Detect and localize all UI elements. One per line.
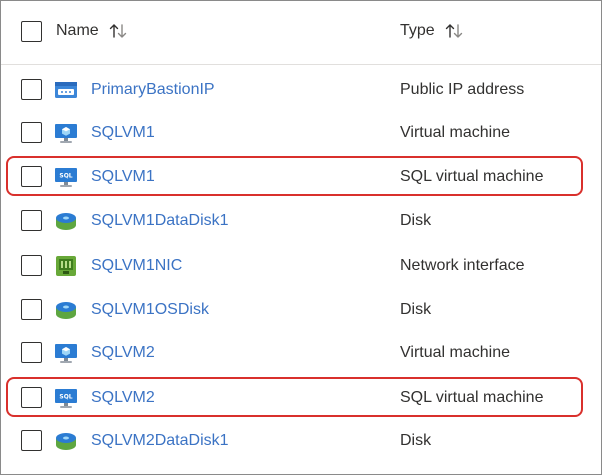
resource-name-link[interactable]: SQLVM1OSDisk (91, 301, 209, 319)
sql-vm-icon (54, 386, 78, 410)
resource-type: SQL virtual machine (400, 389, 544, 406)
row-checkbox[interactable] (21, 79, 42, 100)
table-header: Name Type (1, 1, 601, 65)
virtual-machine-icon (54, 341, 78, 365)
public-ip-icon (54, 78, 78, 102)
disk-icon (54, 209, 78, 233)
resource-type: Virtual machine (400, 124, 510, 141)
resource-type: Disk (400, 432, 432, 449)
resource-list: Name Type PrimaryBastionIP Public IP add… (0, 0, 602, 475)
resource-type: Virtual machine (400, 344, 510, 361)
resource-name-link[interactable]: SQLVM1 (91, 168, 155, 186)
resource-type: Disk (400, 212, 432, 229)
network-interface-icon (54, 254, 78, 278)
sort-icon[interactable] (109, 23, 129, 39)
row-checkbox[interactable] (21, 122, 42, 143)
resource-name-link[interactable]: SQLVM1 (91, 124, 155, 142)
resource-name-link[interactable]: SQLVM1NIC (91, 257, 182, 275)
table-row[interactable]: PrimaryBastionIP Public IP address (1, 68, 601, 112)
column-header-type-label: Type (400, 22, 435, 39)
sql-vm-icon (54, 165, 78, 189)
resource-name-link[interactable]: SQLVM1DataDisk1 (91, 212, 229, 230)
table-row[interactable]: SQLVM1 SQL virtual machine (1, 155, 601, 199)
row-checkbox[interactable] (21, 342, 42, 363)
disk-icon (54, 298, 78, 322)
resource-type: SQL virtual machine (400, 168, 544, 185)
resource-name-link[interactable]: PrimaryBastionIP (91, 81, 215, 99)
row-checkbox[interactable] (21, 430, 42, 451)
virtual-machine-icon (54, 121, 78, 145)
resource-type: Network interface (400, 257, 525, 274)
resource-name-link[interactable]: SQLVM2DataDisk1 (91, 432, 229, 450)
row-checkbox[interactable] (21, 255, 42, 276)
table-row[interactable]: SQLVM2DataDisk1 Disk (1, 419, 601, 463)
table-row[interactable]: SQLVM2 SQL virtual machine (1, 376, 601, 420)
row-checkbox[interactable] (21, 387, 42, 408)
table-row[interactable]: SQLVM1OSDisk Disk (1, 288, 601, 332)
disk-icon (54, 429, 78, 453)
sort-icon[interactable] (445, 23, 465, 39)
table-row[interactable]: SQLVM2 Virtual machine (1, 331, 601, 375)
resource-type: Public IP address (400, 81, 525, 98)
column-header-name-label: Name (56, 22, 99, 39)
table-row[interactable]: SQLVM1 Virtual machine (1, 111, 601, 155)
resource-name-link[interactable]: SQLVM2 (91, 389, 155, 407)
select-all-checkbox[interactable] (21, 21, 42, 42)
row-checkbox[interactable] (21, 299, 42, 320)
row-checkbox[interactable] (21, 210, 42, 231)
resource-name-link[interactable]: SQLVM2 (91, 344, 155, 362)
table-row[interactable]: SQLVM1DataDisk1 Disk (1, 199, 601, 243)
resource-type: Disk (400, 301, 432, 318)
column-header-name[interactable]: Name (56, 22, 129, 40)
column-header-type[interactable]: Type (400, 22, 465, 40)
table-row[interactable]: SQLVM1NIC Network interface (1, 244, 601, 288)
row-checkbox[interactable] (21, 166, 42, 187)
